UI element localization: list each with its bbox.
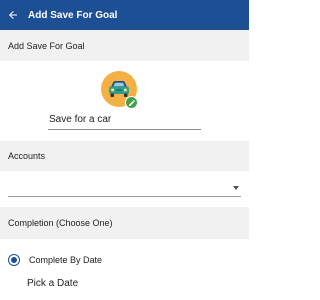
back-arrow-icon (9, 11, 17, 19)
accounts-section-title: Accounts (8, 151, 46, 161)
edit-goal-icon-button[interactable] (125, 96, 138, 109)
completion-section-title: Completion (Choose One) (8, 218, 113, 228)
accounts-section-header: Accounts (0, 141, 249, 171)
pencil-icon (128, 99, 135, 106)
car-icon (109, 81, 129, 97)
completion-section-header: Completion (Choose One) (0, 207, 249, 239)
radio-dot (11, 257, 17, 263)
goal-name-input[interactable] (48, 112, 201, 130)
back-button[interactable] (0, 0, 26, 30)
goal-avatar[interactable] (101, 71, 139, 109)
complete-by-date-label: Complete By Date (29, 255, 103, 265)
goal-section-title: Add Save For Goal (8, 40, 85, 51)
pick-a-date-button[interactable]: Pick a Date (27, 278, 78, 289)
goal-section-header: Add Save For Goal (0, 30, 249, 61)
add-save-for-goal-screen: Add Save For Goal Add Save For Goal Acco… (0, 0, 249, 300)
complete-by-date-radio[interactable]: Complete By Date (8, 252, 102, 268)
radio-selected-icon (8, 254, 20, 266)
app-bar: Add Save For Goal (0, 0, 249, 30)
app-bar-title: Add Save For Goal (28, 9, 118, 21)
accounts-dropdown[interactable] (8, 178, 241, 197)
dropdown-arrow-icon (233, 186, 239, 190)
